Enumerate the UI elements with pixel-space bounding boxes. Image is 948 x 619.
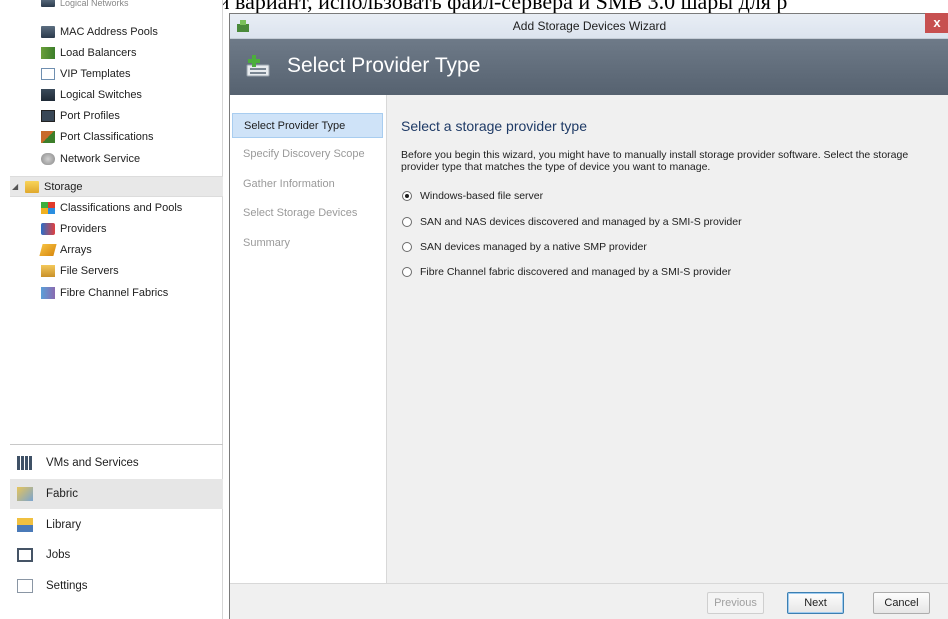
tree-item-label: Port Classifications bbox=[60, 130, 154, 143]
tree-item-label: MAC Address Pools bbox=[60, 25, 158, 38]
fibre-channel-icon bbox=[41, 286, 55, 299]
cancel-button[interactable]: Cancel bbox=[873, 592, 930, 614]
radio-button[interactable] bbox=[402, 242, 412, 252]
radio-button[interactable] bbox=[402, 217, 412, 227]
tree-item-port-classifications[interactable]: Port Classifications bbox=[41, 126, 154, 147]
option-label: Windows-based file server bbox=[420, 190, 544, 202]
wizard-page-title: Select Provider Type bbox=[287, 54, 481, 77]
tree-item-label: Load Balancers bbox=[60, 46, 137, 59]
add-storage-devices-wizard: Add Storage Devices Wizard x Select Prov… bbox=[229, 13, 948, 619]
tree-item-label: Arrays bbox=[60, 243, 92, 256]
tree-item-providers[interactable]: Providers bbox=[41, 218, 106, 239]
wizard-content: Select a storage provider type Before yo… bbox=[387, 95, 948, 583]
tree-item-label: Logical Networks bbox=[60, 0, 129, 8]
step-select-storage-devices[interactable]: Select Storage Devices bbox=[232, 201, 383, 226]
port-profile-icon bbox=[41, 109, 55, 122]
radio-button[interactable] bbox=[402, 267, 412, 277]
next-button[interactable]: Next bbox=[787, 592, 844, 614]
tree-item-port-profiles[interactable]: Port Profiles bbox=[41, 105, 120, 126]
tree-item-vip-templates[interactable]: VIP Templates bbox=[41, 63, 131, 84]
tree-item-label: Storage bbox=[44, 180, 83, 193]
close-button[interactable]: x bbox=[925, 13, 948, 33]
tree-item-logical-networks[interactable]: Logical Networks bbox=[41, 0, 129, 10]
wizard-steps-panel: Select Provider Type Specify Discovery S… bbox=[230, 95, 387, 583]
tree-item-label: Classifications and Pools bbox=[60, 201, 183, 214]
workspace-fabric[interactable]: Fabric bbox=[10, 479, 223, 509]
settings-icon bbox=[17, 579, 33, 593]
step-summary[interactable]: Summary bbox=[232, 231, 383, 256]
tree-item-arrays[interactable]: Arrays bbox=[39, 239, 92, 260]
file-server-icon bbox=[41, 264, 55, 277]
vip-template-icon bbox=[41, 67, 55, 80]
previous-button[interactable]: Previous bbox=[707, 592, 764, 614]
wizard-window-title: Add Storage Devices Wizard bbox=[512, 19, 667, 33]
content-heading: Select a storage provider type bbox=[401, 118, 587, 134]
tree-item-label: Fibre Channel Fabrics bbox=[60, 286, 169, 299]
navigation-pane: Logical Networks MAC Address Pools Load … bbox=[10, 0, 223, 619]
add-storage-icon bbox=[246, 55, 270, 77]
load-balancer-icon bbox=[41, 46, 55, 59]
option-label: SAN and NAS devices discovered and manag… bbox=[420, 216, 742, 228]
content-description: Before you begin this wizard, you might … bbox=[401, 149, 909, 173]
option-smis-san-nas[interactable]: SAN and NAS devices discovered and manag… bbox=[402, 214, 742, 230]
option-windows-file-server[interactable]: Windows-based file server bbox=[402, 188, 543, 204]
step-select-provider-type[interactable]: Select Provider Type bbox=[232, 113, 383, 138]
tree-item-label: File Servers bbox=[60, 264, 119, 277]
collapse-arrow-icon[interactable]: ◢ bbox=[12, 182, 18, 191]
folder-icon bbox=[25, 180, 39, 193]
workspace-label: VMs and Services bbox=[46, 457, 139, 469]
provider-icon bbox=[41, 222, 55, 235]
wizard-header: Select Provider Type bbox=[230, 39, 948, 95]
workspace-label: Fabric bbox=[46, 488, 78, 500]
library-icon bbox=[17, 518, 33, 532]
option-label: SAN devices managed by a native SMP prov… bbox=[420, 241, 647, 253]
workspace-settings[interactable]: Settings bbox=[10, 571, 223, 601]
wizard-titlebar[interactable]: Add Storage Devices Wizard x bbox=[230, 13, 948, 39]
array-icon bbox=[39, 243, 57, 256]
option-fibre-channel-smis[interactable]: Fibre Channel fabric discovered and mana… bbox=[402, 264, 731, 280]
tree-item-load-balancers[interactable]: Load Balancers bbox=[41, 42, 136, 63]
tree-item-fibre-channel-fabrics[interactable]: Fibre Channel Fabrics bbox=[41, 282, 168, 303]
fabric-icon bbox=[17, 487, 33, 501]
jobs-icon bbox=[17, 548, 33, 562]
network-service-icon bbox=[41, 152, 55, 165]
tree-item-mac-address-pools[interactable]: MAC Address Pools bbox=[41, 21, 158, 42]
workspace-label: Jobs bbox=[46, 549, 71, 561]
tree-item-storage[interactable]: Storage bbox=[10, 176, 223, 197]
wizard-footer: Previous Next Cancel bbox=[230, 583, 948, 619]
radio-button[interactable] bbox=[402, 191, 412, 201]
tree-item-label: Providers bbox=[60, 222, 107, 235]
tree-item-logical-switches[interactable]: Logical Switches bbox=[41, 84, 142, 105]
step-gather-information[interactable]: Gather Information bbox=[232, 172, 383, 197]
tree-item-label: Port Profiles bbox=[60, 109, 120, 122]
tree-item-network-service[interactable]: Network Service bbox=[41, 148, 140, 169]
workspace-label: Settings bbox=[46, 580, 88, 592]
classification-icon bbox=[41, 201, 55, 214]
option-native-smp[interactable]: SAN devices managed by a native SMP prov… bbox=[402, 239, 647, 255]
tree-item-label: VIP Templates bbox=[60, 67, 131, 80]
logical-switch-icon bbox=[41, 88, 55, 101]
tree-item-label: Logical Switches bbox=[60, 88, 142, 101]
tree-item-file-servers[interactable]: File Servers bbox=[41, 260, 119, 281]
workspace-library[interactable]: Library bbox=[10, 510, 223, 540]
workspace-vms-and-services[interactable]: VMs and Services bbox=[10, 448, 223, 478]
logical-networks-icon bbox=[41, 0, 55, 7]
workspace-jobs[interactable]: Jobs bbox=[10, 540, 223, 570]
port-classification-icon bbox=[41, 130, 55, 143]
tree-item-label: Network Service bbox=[60, 152, 141, 165]
workspace-label: Library bbox=[46, 519, 82, 531]
step-specify-discovery-scope[interactable]: Specify Discovery Scope bbox=[232, 142, 383, 167]
workspace-divider bbox=[10, 444, 223, 446]
option-label: Fibre Channel fabric discovered and mana… bbox=[420, 266, 732, 278]
mac-pool-icon bbox=[41, 25, 55, 38]
tree-item-classifications-and-pools[interactable]: Classifications and Pools bbox=[41, 197, 182, 218]
vms-services-icon bbox=[17, 456, 33, 470]
